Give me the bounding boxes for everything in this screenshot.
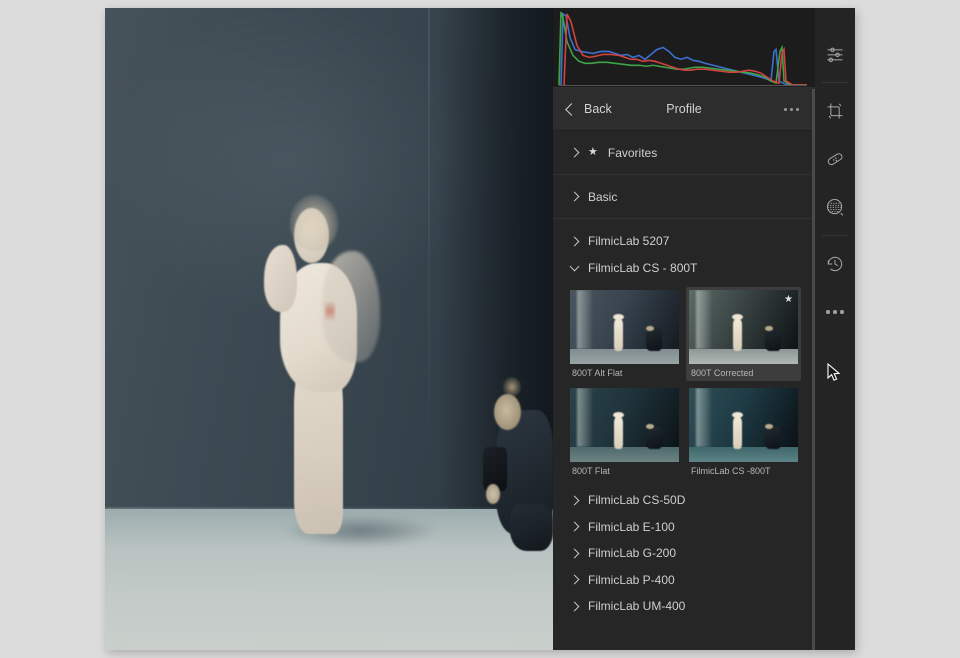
group-label: FilmicLab 5207 [588,234,670,249]
group-label: FilmicLab CS - 800T [588,260,698,275]
group-label: FilmicLab G-200 [588,546,677,561]
group-label: Basic [588,189,618,204]
group-label: Favorites [607,145,658,160]
healing-brush-tool[interactable] [815,135,855,183]
profile-thumb-label: 800T Flat [572,466,610,476]
star-icon: ★ [588,146,598,158]
group-row-filmiclab-cs-50d[interactable]: FilmicLab CS-50D [553,487,815,514]
group-row-filmiclab-e-100[interactable]: FilmicLab E-100 [553,514,815,541]
crop-icon [827,103,843,119]
history-clock-icon [827,256,843,272]
right-toolbar [815,8,855,650]
toolbar-divider [822,235,848,236]
thumbnail-preview [689,388,798,462]
chevron-right-icon [569,574,580,585]
photo-canvas[interactable] [105,8,553,650]
group-row-filmiclab-5207[interactable]: FilmicLab 5207 [553,228,815,255]
histogram-red-curve [563,13,807,86]
chevron-right-icon [569,236,580,247]
masking-tool[interactable] [815,183,855,231]
panel-header: Back Profile [553,88,815,131]
group-row-filmiclab-um-400[interactable]: FilmicLab UM-400 [553,593,815,620]
profile-thumb-800t-alt-flat[interactable]: 800T Alt Flat [567,287,682,381]
photo-dancer-figure [263,195,382,535]
group-label: FilmicLab P-400 [588,572,675,587]
sliders-icon [827,47,843,63]
toolbar-more-button[interactable] [815,288,855,336]
chevron-right-icon [569,191,580,202]
edit-sliders-tool[interactable] [815,30,855,78]
chevron-right-icon [569,147,580,158]
right-panel: Back Profile ★ Favorites Basic FilmicLab… [553,8,815,650]
history-tool[interactable] [815,240,855,288]
dot-icon [840,310,844,314]
photo-photographer-figure [481,377,553,551]
rgb-histogram[interactable] [553,8,815,88]
chevron-right-icon [569,521,580,532]
panel-more-button[interactable] [784,107,799,111]
profile-thumb-800t-corrected[interactable]: ★ 800T Corrected [686,287,801,381]
group-row-filmiclab-p-400[interactable]: FilmicLab P-400 [553,567,815,594]
dot-icon [784,107,787,111]
chevron-left-icon [565,102,578,116]
chevron-right-icon [569,601,580,612]
thumbnail-preview [570,388,679,462]
group-label: FilmicLab E-100 [588,519,675,534]
histogram-green-curve [558,11,807,86]
histogram-graph [558,11,807,87]
thumbnail-preview [689,290,798,364]
profile-thumb-label: FilmicLab CS -800T [691,466,771,476]
back-button-label: Back [584,102,612,116]
group-row-basic[interactable]: Basic [553,175,815,219]
masking-icon [827,199,844,216]
dot-icon [833,310,837,314]
crop-tool[interactable] [815,87,855,135]
chevron-right-icon [569,495,580,506]
back-button[interactable]: Back [565,102,612,116]
profile-thumbnail-grid: 800T Alt Flat ★ 800T Corrected 800T Flat… [553,281,815,487]
group-label: FilmicLab UM-400 [588,599,686,614]
histogram-blue-curve [560,12,807,86]
profile-list: ★ Favorites Basic FilmicLab 5207 FilmicL… [553,131,815,650]
dot-icon [790,107,793,111]
chevron-right-icon [569,548,580,559]
chevron-down-icon [569,261,580,272]
favorite-star-icon[interactable]: ★ [784,295,793,305]
profile-thumb-label: 800T Corrected [691,368,754,378]
photo-wall-edge [427,8,430,516]
dot-icon [826,310,830,314]
dot-icon [796,107,799,111]
profile-thumb-label: 800T Alt Flat [572,368,623,378]
editor-window: Back Profile ★ Favorites Basic FilmicLab… [105,8,855,650]
toolbar-divider [822,82,848,83]
thumbnail-preview [570,290,679,364]
profile-thumb-filmiclab-cs-800t[interactable]: FilmicLab CS -800T [686,385,801,479]
group-label: FilmicLab CS-50D [588,493,686,508]
profile-thumb-800t-flat[interactable]: 800T Flat [567,385,682,479]
group-row-favorites[interactable]: ★ Favorites [553,131,815,175]
group-row-filmiclab-cs-800t[interactable]: FilmicLab CS - 800T [553,255,815,282]
healing-brush-icon [827,153,843,166]
group-row-filmiclab-g-200[interactable]: FilmicLab G-200 [553,540,815,567]
